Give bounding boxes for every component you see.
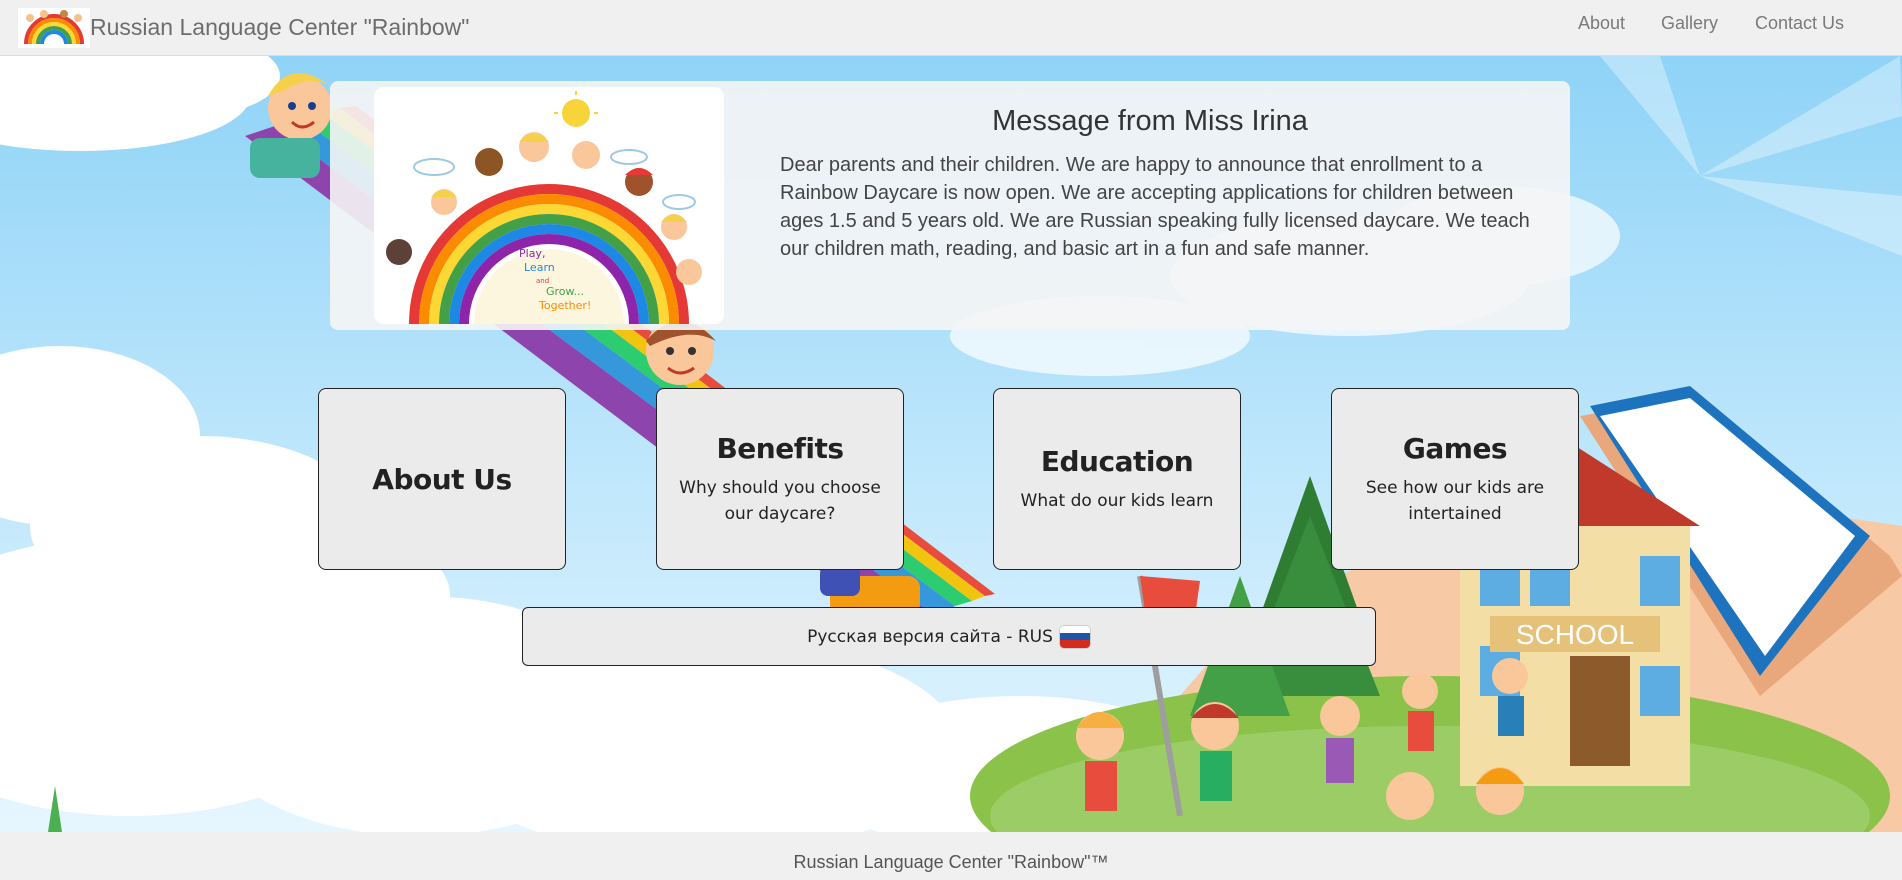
tile-title: Education <box>1040 444 1194 478</box>
message-card: Play, Learn and Grow... Together! Messag… <box>330 81 1570 330</box>
tile-subtitle: See how our kids are intertained <box>1365 477 1545 524</box>
brand-title[interactable]: Russian Language Center "Rainbow" <box>90 14 469 41</box>
rainbow-logo-icon[interactable] <box>18 8 90 48</box>
tile-title: Benefits <box>716 431 844 465</box>
image-text-play: Play, <box>519 247 545 260</box>
image-text-together: Together! <box>538 299 591 312</box>
nav-link-about[interactable]: About <box>1578 13 1625 34</box>
image-text-grow: Grow... <box>546 285 584 298</box>
benefits-tile[interactable]: Benefits Why should you choose our dayca… <box>656 388 904 570</box>
russia-flag-icon <box>1058 624 1091 649</box>
education-tile[interactable]: Education What do our kids learn <box>993 388 1241 570</box>
image-text-learn: Learn <box>524 261 555 274</box>
image-text-and: and <box>536 277 549 285</box>
rainbow-kids-image: Play, Learn and Grow... Together! <box>374 87 724 324</box>
daycare-illustration: Play, Learn and Grow... Together! <box>374 87 724 324</box>
tile-subtitle: What do our kids learn <box>1020 490 1214 511</box>
footer-text: Russian Language Center "Rainbow"™ <box>793 852 1109 872</box>
navbar: Russian Language Center "Rainbow" About … <box>0 0 1902 56</box>
tile-subtitle: Why should you choose our daycare? <box>679 477 881 524</box>
russian-version-label: Русская версия сайта - RUS <box>807 626 1053 647</box>
hero-background: SCHOOL Play, Learn and Grow... Together!… <box>0 56 1902 832</box>
tile-title: Games <box>1402 431 1508 465</box>
nav-link-gallery[interactable]: Gallery <box>1661 13 1718 34</box>
tile-title: About Us <box>372 462 512 496</box>
message-title: Message from Miss Irina <box>992 105 1308 137</box>
footer: Russian Language Center "Rainbow"™ <box>0 832 1902 880</box>
svg-text:SCHOOL: SCHOOL <box>1516 619 1634 650</box>
message-body: Dear parents and their children. We are … <box>780 154 1530 260</box>
nav-link-contact-us[interactable]: Contact Us <box>1755 13 1844 34</box>
about-us-tile[interactable]: About Us <box>318 388 566 570</box>
russian-version-button[interactable]: Русская версия сайта - RUS <box>522 607 1376 666</box>
games-tile[interactable]: Games See how our kids are intertained <box>1331 388 1579 570</box>
